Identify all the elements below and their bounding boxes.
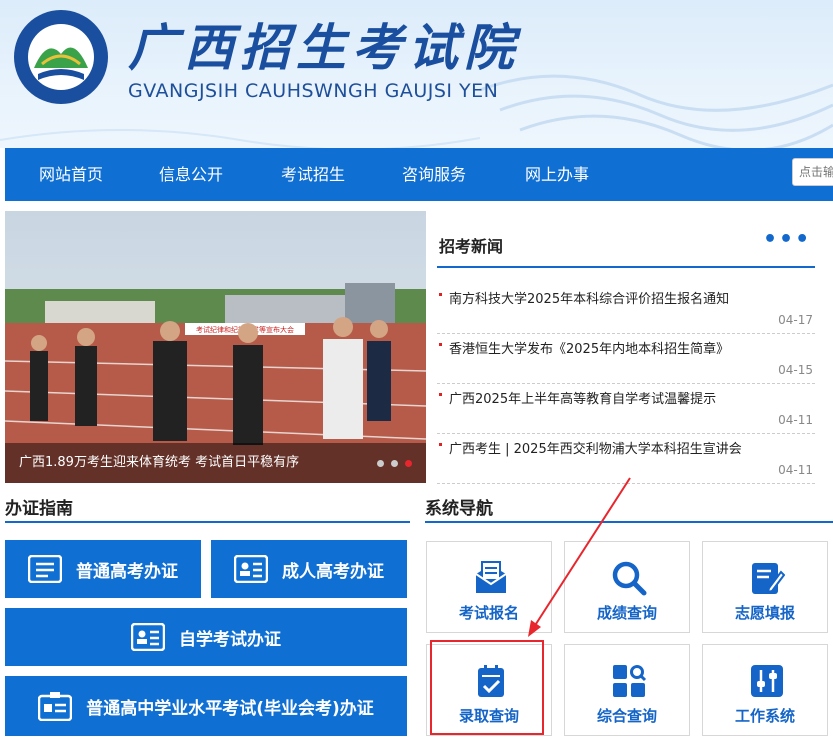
exam-registration-label: 考试报名	[458, 604, 519, 622]
bullet-icon	[439, 393, 442, 396]
bullet-icon	[439, 443, 442, 446]
site-subtitle: GVANGJSIH CAUHSWNGH GAUJSI YEN	[128, 80, 499, 102]
guide-divider	[5, 521, 410, 523]
search-input[interactable]	[792, 158, 833, 186]
system-nav-section-title: 系统导航	[425, 499, 493, 519]
nav-info-public[interactable]: 信息公开	[159, 148, 223, 201]
work-system-tile[interactable]: 工作系统	[702, 644, 828, 736]
id-card-icon	[234, 555, 268, 583]
grid-search-icon	[613, 665, 647, 697]
application-fill-label: 志愿填报	[734, 604, 795, 622]
work-system-label: 工作系统	[734, 707, 795, 725]
news-item[interactable]: 广西考生 | 2025年西交利物浦大学本科招生宣讲会 04-11	[437, 433, 815, 484]
news-item-title[interactable]: 广西2025年上半年高等教育自学考试温馨提示	[449, 388, 716, 407]
site-title: 广西招生考试院	[128, 18, 520, 77]
edit-form-icon	[752, 563, 785, 594]
self-study-certificate-label: 自学考试办证	[179, 629, 281, 650]
bullet-icon	[439, 343, 442, 346]
nav-exam-admission[interactable]: 考试招生	[281, 148, 345, 201]
application-fill-tile[interactable]: 志愿填报	[702, 541, 828, 633]
carousel-caption[interactable]: 广西1.89万考生迎来体育统考 考试首日平稳有序	[5, 443, 426, 483]
self-study-certificate-button[interactable]: 自学考试办证	[5, 608, 407, 666]
carousel-dot-1[interactable]	[377, 460, 384, 467]
guide-section-title: 办证指南	[5, 499, 73, 519]
sliders-icon	[751, 665, 783, 697]
admission-news-panel: 招考新闻 ••• 南方科技大学2025年本科综合评价招生报名通知 04-17 香…	[427, 211, 833, 484]
proficiency-test-certificate-button[interactable]: 普通高中学业水平考试(毕业会考)办证	[5, 676, 407, 736]
comprehensive-query-tile[interactable]: 综合查询	[564, 644, 690, 736]
certificate-icon	[28, 555, 62, 583]
bullet-icon	[439, 293, 442, 296]
news-item-date: 04-11	[778, 463, 813, 477]
score-query-tile[interactable]: 成绩查询	[564, 541, 690, 633]
comprehensive-query-label: 综合查询	[596, 707, 657, 725]
adult-exam-certificate-button[interactable]: 成人高考办证	[211, 540, 407, 598]
document-icon	[38, 692, 73, 721]
carousel-dot-3-active[interactable]	[405, 460, 412, 467]
news-item-title[interactable]: 南方科技大学2025年本科综合评价招生报名通知	[449, 288, 729, 307]
nav-consulting[interactable]: 咨询服务	[402, 148, 466, 201]
site-logo[interactable]	[12, 8, 110, 106]
id-card-icon	[131, 623, 165, 651]
gaokao-certificate-button[interactable]: 普通高考办证	[5, 540, 201, 598]
news-item-title[interactable]: 香港恒生大学发布《2025年内地本科招生简章》	[449, 338, 729, 357]
adult-exam-certificate-label: 成人高考办证	[282, 561, 384, 582]
carousel-dot-2[interactable]	[391, 460, 398, 467]
system-nav-divider	[425, 521, 833, 523]
news-section-title: 招考新闻	[439, 237, 504, 256]
news-item-date: 04-11	[778, 413, 813, 427]
exam-registration-icon	[475, 561, 507, 593]
news-divider	[437, 266, 815, 268]
site-header: 广西招生考试院 GVANGJSIH CAUHSWNGH GAUJSI YEN	[0, 0, 833, 148]
search-icon	[612, 561, 647, 596]
exam-registration-tile[interactable]: 考试报名	[426, 541, 552, 633]
nav-home[interactable]: 网站首页	[39, 148, 103, 201]
news-item[interactable]: 香港恒生大学发布《2025年内地本科招生简章》 04-15	[437, 333, 815, 384]
news-item-date: 04-15	[778, 363, 813, 377]
more-icon[interactable]: •••	[763, 227, 811, 252]
main-navigation: 网站首页 信息公开 考试招生 咨询服务 网上办事	[5, 148, 833, 201]
news-carousel[interactable]: 考试纪律和纪律要求等宣布大会 广西1.89万考生迎来体育统考 考试首日平稳有序	[5, 211, 426, 483]
news-item-title[interactable]: 广西考生 | 2025年西交利物浦大学本科招生宣讲会	[449, 438, 742, 457]
news-item[interactable]: 广西2025年上半年高等教育自学考试温馨提示 04-11	[437, 383, 815, 434]
score-query-label: 成绩查询	[596, 604, 657, 622]
news-item[interactable]: 南方科技大学2025年本科综合评价招生报名通知 04-17	[437, 283, 815, 334]
highlight-box	[430, 640, 544, 735]
nav-online-services[interactable]: 网上办事	[525, 148, 589, 201]
news-item-date: 04-17	[778, 313, 813, 327]
gaokao-certificate-label: 普通高考办证	[76, 561, 178, 582]
proficiency-test-certificate-label: 普通高中学业水平考试(毕业会考)办证	[86, 698, 374, 719]
